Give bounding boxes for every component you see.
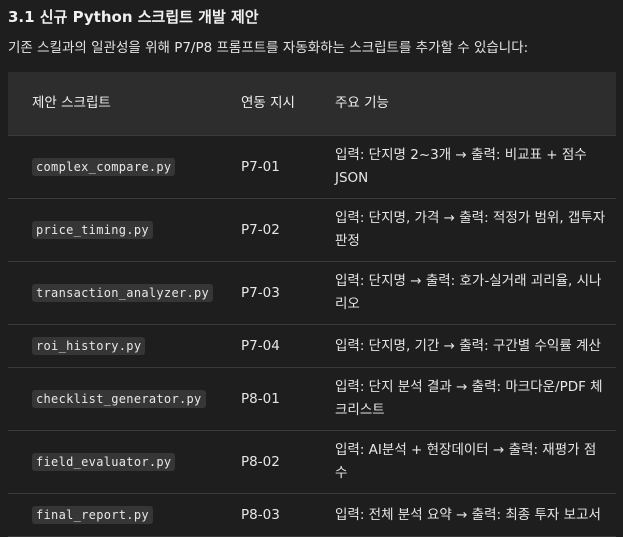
table-header-row: 제안 스크립트 연동 지시 주요 기능	[8, 72, 616, 136]
table-row: field_evaluator.py P8-02 입력: AI분석 + 현장데이…	[8, 430, 616, 494]
header-link: 연동 지시	[229, 72, 323, 136]
script-name: complex_compare.py	[32, 157, 176, 176]
link-cell: P7-04	[229, 324, 323, 368]
link-cell: P7-02	[229, 198, 323, 262]
script-name: price_timing.py	[32, 220, 153, 239]
table-row: final_report.py P8-03 입력: 전체 분석 요약 → 출력:…	[8, 493, 616, 537]
script-cell: price_timing.py	[8, 198, 229, 262]
script-name: transaction_analyzer.py	[32, 283, 214, 302]
proposal-table: 제안 스크립트 연동 지시 주요 기능 complex_compare.py P…	[8, 72, 616, 537]
section-description: 기존 스킬과의 일관성을 위해 P7/P8 프롬프트를 자동화하는 스크립트를 …	[8, 40, 529, 56]
feature-cell: 입력: 단지명 2~3개 → 출력: 비교표 + 점수 JSON	[323, 135, 616, 199]
feature-cell: 입력: AI분석 + 현장데이터 → 출력: 재평가 점수	[323, 430, 616, 494]
header-script: 제안 스크립트	[8, 72, 229, 136]
feature-cell: 입력: 전체 분석 요약 → 출력: 최종 투자 보고서	[323, 493, 616, 537]
script-cell: roi_history.py	[8, 324, 229, 368]
section-heading: 3.1 신규 Python 스크립트 개발 제안	[8, 8, 259, 26]
table-row: price_timing.py P7-02 입력: 단지명, 가격 → 출력: …	[8, 198, 616, 262]
link-cell: P8-01	[229, 367, 323, 431]
link-cell: P7-01	[229, 135, 323, 199]
table-row: transaction_analyzer.py P7-03 입력: 단지명 → …	[8, 261, 616, 325]
script-cell: complex_compare.py	[8, 135, 229, 199]
page: 3.1 신규 Python 스크립트 개발 제안 기존 스킬과의 일관성을 위해…	[0, 0, 623, 537]
script-cell: field_evaluator.py	[8, 430, 229, 494]
header-feature: 주요 기능	[323, 72, 616, 136]
script-name: roi_history.py	[32, 336, 146, 355]
script-name: field_evaluator.py	[32, 452, 176, 471]
table-row: complex_compare.py P7-01 입력: 단지명 2~3개 → …	[8, 135, 616, 199]
script-cell: checklist_generator.py	[8, 367, 229, 431]
link-cell: P7-03	[229, 261, 323, 325]
script-cell: transaction_analyzer.py	[8, 261, 229, 325]
table-row: roi_history.py P7-04 입력: 단지명, 기간 → 출력: 구…	[8, 324, 616, 368]
feature-cell: 입력: 단지명 → 출력: 호가-실거래 괴리율, 시나리오	[323, 261, 616, 325]
script-cell: final_report.py	[8, 493, 229, 537]
link-cell: P8-02	[229, 430, 323, 494]
feature-cell: 입력: 단지 분석 결과 → 출력: 마크다운/PDF 체크리스트	[323, 367, 616, 431]
feature-cell: 입력: 단지명, 가격 → 출력: 적정가 범위, 갭투자 판정	[323, 198, 616, 262]
script-name: final_report.py	[32, 505, 153, 524]
script-name: checklist_generator.py	[32, 389, 206, 408]
link-cell: P8-03	[229, 493, 323, 537]
feature-cell: 입력: 단지명, 기간 → 출력: 구간별 수익률 계산	[323, 324, 616, 368]
table-row: checklist_generator.py P8-01 입력: 단지 분석 결…	[8, 367, 616, 431]
